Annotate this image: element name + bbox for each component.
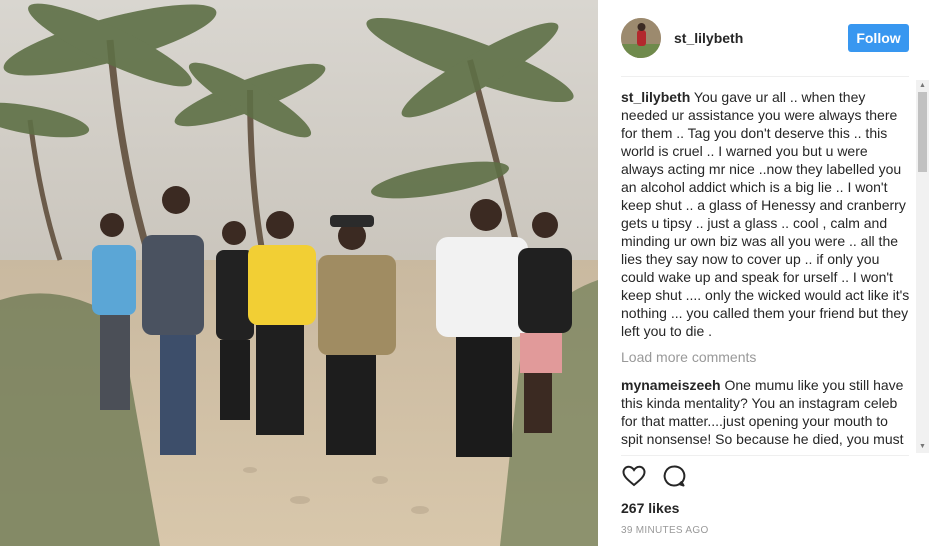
- caption-username[interactable]: st_lilybeth: [621, 89, 690, 105]
- comments-scrollbar[interactable]: ▲ ▼: [916, 80, 929, 453]
- post-sidebar: st_lilybeth Follow st_lilybeth You gave …: [598, 0, 933, 546]
- avatar[interactable]: [621, 18, 661, 58]
- comments-list[interactable]: st_lilybeth You gave ur all .. when they…: [621, 88, 911, 454]
- caption: st_lilybeth You gave ur all .. when they…: [621, 88, 911, 340]
- heart-icon[interactable]: [621, 463, 647, 489]
- likes-count[interactable]: 267 likes: [621, 500, 679, 516]
- scroll-up-arrow-icon[interactable]: ▲: [916, 80, 929, 92]
- post-timestamp[interactable]: 39 MINUTES AGO: [621, 525, 709, 536]
- actions-divider: [621, 455, 909, 456]
- post-actions: [621, 463, 687, 493]
- avatar-image: [621, 18, 661, 58]
- comment-username[interactable]: mynameiszeeh: [621, 377, 721, 393]
- speech-bubble-icon[interactable]: [661, 463, 687, 489]
- header-username[interactable]: st_lilybeth: [674, 30, 743, 46]
- load-more-comments-link[interactable]: Load more comments: [621, 348, 911, 366]
- comment-item: mynameiszeeh One mumu like you still hav…: [621, 376, 911, 454]
- caption-text: You gave ur all .. when they needed ur a…: [621, 89, 910, 339]
- post-photo[interactable]: [0, 0, 598, 546]
- scroll-down-arrow-icon[interactable]: ▼: [916, 441, 929, 453]
- photo-image: [0, 0, 598, 546]
- follow-button[interactable]: Follow: [848, 24, 909, 52]
- header-divider: [621, 76, 909, 77]
- post-header: st_lilybeth Follow: [598, 0, 933, 76]
- scroll-thumb[interactable]: [918, 92, 927, 172]
